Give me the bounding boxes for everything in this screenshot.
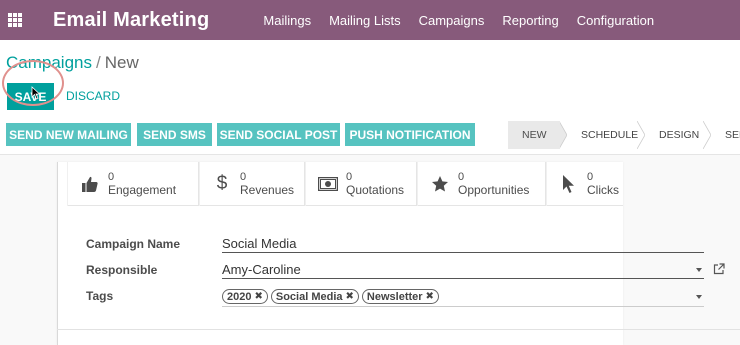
opportunities-smart-button[interactable]: 0 Opportunities	[417, 162, 546, 206]
smart-buttons-bar: 0 Engagement $ 0 Revenues 0 Quotations 0 Opp…	[67, 162, 623, 206]
menu-mailing-lists[interactable]: Mailing Lists	[329, 13, 401, 28]
tag-social-media-label: Social Media	[275, 290, 343, 303]
responsible-dropdown-icon[interactable]	[696, 268, 702, 272]
apps-menu-icon[interactable]	[8, 13, 22, 27]
push-notification-button[interactable]: PUSH NOTIFICATION	[345, 123, 475, 146]
clicks-label: Clicks	[587, 183, 619, 197]
responsible-label: Responsible	[86, 263, 158, 277]
campaign-name-value: Social Media	[222, 235, 297, 251]
tag-2020-label: 2020	[227, 290, 252, 303]
send-social-post-button[interactable]: SEND SOCIAL POST	[217, 123, 340, 146]
save-button[interactable]: SAVE	[7, 83, 54, 110]
tag-remove-icon[interactable]: ✖	[254, 291, 262, 302]
breadcrumb-campaigns-link[interactable]: Campaigns	[6, 53, 92, 72]
revenues-smart-button[interactable]: $ 0 Revenues	[199, 162, 305, 206]
app-name: Email Marketing	[53, 8, 210, 31]
menu-reporting[interactable]: Reporting	[502, 13, 558, 28]
money-bill-icon	[318, 174, 338, 194]
stage-chevron-icon	[637, 121, 645, 149]
top-navbar: Email Marketing Mailings Mailing Lists C…	[0, 0, 740, 40]
stage-statusbar: NEW SCHEDULE DESIGN SENT	[508, 121, 740, 149]
star-icon	[430, 174, 450, 194]
sheet-divider	[57, 329, 740, 330]
engagement-smart-button[interactable]: 0 Engagement	[67, 162, 199, 206]
send-sms-button[interactable]: SEND SMS	[137, 123, 212, 146]
tags-label: Tags	[86, 289, 114, 303]
stage-chevron-icon	[559, 121, 567, 149]
tag-social-media[interactable]: Social Media ✖	[270, 289, 359, 304]
send-new-mailing-button[interactable]: SEND NEW MAILING	[6, 123, 131, 146]
stage-schedule-label: SCHEDULE	[581, 129, 639, 141]
breadcrumb-separator: /	[96, 53, 101, 72]
stage-chevron-icon	[703, 121, 711, 149]
stage-schedule[interactable]: SCHEDULE	[567, 121, 639, 149]
dollar-icon: $	[216, 173, 228, 194]
breadcrumb: Campaigns / New	[6, 53, 139, 73]
tag-remove-icon[interactable]: ✖	[426, 291, 434, 302]
external-link-icon[interactable]	[713, 263, 725, 275]
stage-new[interactable]: NEW	[508, 121, 560, 149]
thumbs-up-icon	[80, 174, 100, 194]
quotations-label: Quotations	[346, 183, 405, 197]
tag-2020[interactable]: 2020 ✖	[222, 289, 268, 304]
discard-button[interactable]: DISCARD	[66, 89, 120, 103]
campaign-name-input[interactable]: Social Media	[222, 234, 704, 253]
stage-design-label: DESIGN	[659, 129, 700, 141]
campaign-name-label: Campaign Name	[86, 237, 181, 251]
tag-newsletter-label: Newsletter	[366, 290, 423, 303]
menu-configuration[interactable]: Configuration	[577, 13, 654, 28]
opportunities-label: Opportunities	[458, 183, 530, 197]
breadcrumb-current: New	[104, 53, 139, 72]
menu-mailings[interactable]: Mailings	[263, 13, 311, 28]
menu-campaigns[interactable]: Campaigns	[419, 13, 485, 28]
clicks-smart-button[interactable]: 0 Clicks	[546, 162, 623, 206]
cursor-icon	[559, 174, 579, 194]
stage-new-label: NEW	[522, 129, 547, 141]
stage-sent[interactable]: SENT	[711, 121, 740, 149]
responsible-select[interactable]: Amy-Caroline	[222, 260, 704, 279]
main-menu: Mailings Mailing Lists Campaigns Reporti…	[263, 13, 672, 28]
responsible-value: Amy-Caroline	[222, 261, 301, 277]
revenues-label: Revenues	[240, 183, 295, 197]
stage-design[interactable]: DESIGN	[645, 121, 703, 149]
tags-dropdown-icon[interactable]	[696, 295, 702, 299]
engagement-label: Engagement	[108, 183, 177, 197]
tags-input[interactable]: 2020 ✖ Social Media ✖ Newsletter ✖	[222, 287, 704, 307]
stage-sent-label: SENT	[725, 129, 740, 141]
quotations-smart-button[interactable]: 0 Quotations	[305, 162, 417, 206]
tag-remove-icon[interactable]: ✖	[346, 291, 354, 302]
tag-newsletter[interactable]: Newsletter ✖	[361, 289, 439, 304]
